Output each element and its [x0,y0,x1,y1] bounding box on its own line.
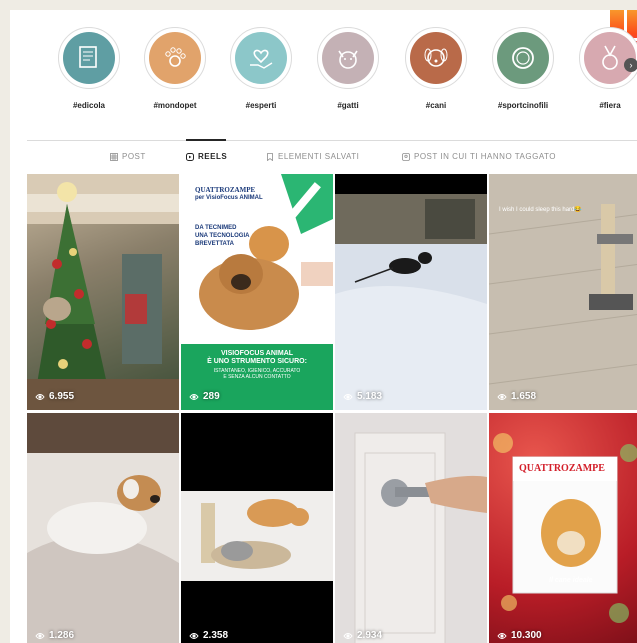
reels-icon [186,152,194,161]
highlight-ring [317,27,379,89]
ad-headline: DA TECNIMED UNA TECNOLOGIA BREVETTATA [195,225,250,247]
views-counter: 2.358 [189,630,228,641]
tab-tagged-label: POST IN CUI TI HANNO TAGGATO [414,152,557,161]
play-icon [35,632,45,639]
medal-icon [602,45,618,70]
reel-caption: I wish I could sleep this hard😂 [499,207,582,213]
highlight-ring [144,27,206,89]
reel-tile[interactable]: 2.934 [335,413,487,643]
ad-title: VISIOFOCUS ANIMAL È UNO STRUMENTO SICURO… [207,350,307,365]
play-icon [35,393,45,400]
bookmark-icon [267,152,273,161]
views-count: 10.300 [511,630,542,641]
views-counter: 2.934 [343,630,382,641]
ad-brand-block: QUATTROZAMPE per VisioFocus ANIMAL [195,186,263,202]
tabs-divider [27,140,637,141]
highlight-cover [322,32,374,84]
highlight-ring [492,27,554,89]
tab-post[interactable]: POST [110,152,146,161]
reel-tile[interactable]: QUATTROZAMPE Il cane ideale 10.300 [489,413,637,643]
views-count: 6.955 [49,391,75,402]
play-icon [497,393,507,400]
views-counter: 289 [189,391,220,402]
highlight-ring [58,27,120,89]
highlight-cover [63,32,115,84]
highlight-ring [230,27,292,89]
christmas-tree-image [27,174,179,410]
highlight-label: #esperti [245,101,277,110]
tab-post-label: POST [122,152,146,161]
tag-icon [402,152,410,161]
tab-tagged[interactable]: POST IN CUI TI HANNO TAGGATO [402,152,556,161]
reel-tile[interactable]: 1.286 [27,413,179,643]
magazine-cover-image [493,433,637,623]
newspaper-icon [79,46,97,68]
grid-icon [110,152,118,161]
tab-saved[interactable]: ELEMENTI SALVATI [266,152,359,161]
highlight-esperti[interactable]: #esperti [218,24,304,110]
reel-tile[interactable]: QUATTROZAMPE per VisioFocus ANIMAL DA TE… [181,174,333,410]
highlight-edicola[interactable]: #edicola [46,24,132,110]
hand-heart-icon [250,49,273,69]
tab-reels[interactable]: REELS [186,152,227,161]
highlight-cover [235,32,287,84]
tab-saved-label: ELEMENTI SALVATI [278,152,360,161]
dog-on-bed-image [27,413,179,643]
highlight-label: #cani [425,101,447,110]
cat-icon [338,50,358,69]
ad-subtitle: per VisioFocus ANIMAL [195,195,263,201]
reel-tile[interactable]: 6.955 [27,174,179,410]
views-counter: 6.955 [35,391,74,402]
play-icon [497,632,507,639]
highlight-sportcinofili[interactable]: #sportcinofili [480,24,566,110]
views-counter: 1.286 [35,630,74,641]
views-count: 2.358 [203,630,229,641]
highlight-label: #mondopet [153,101,197,110]
highlight-cover [497,32,549,84]
magazine-cover-text: Il cane ideale [549,577,593,584]
chevron-right-icon[interactable]: › [624,58,637,72]
play-icon [343,393,353,400]
play-icon [189,393,199,400]
ad-caption: ISTANTANEO, IGIENICO, ACCURATO E SENZA A… [213,368,301,380]
highlight-cani[interactable]: #cani [393,24,479,110]
play-icon [189,632,199,639]
play-icon [343,632,353,639]
reel-tile[interactable]: 2.358 [181,413,333,643]
highlight-cover [410,32,462,84]
dog-in-snow-image [335,194,487,410]
highlight-label: #sportcinofili [497,101,549,110]
views-counter: 5.183 [343,391,382,402]
views-count: 2.934 [357,630,383,641]
tab-reels-label: REELS [198,152,228,161]
views-count: 1.286 [49,630,75,641]
active-tab-indicator [186,139,226,141]
highlight-mondopet[interactable]: #mondopet [132,24,218,110]
profile-page: #edicola #mondopet #esperti #gatti #cani #spo… [10,10,637,643]
highlight-label: #gatti [337,101,359,110]
cats-bed-tree-image [181,491,333,581]
magazine-brand: QUATTROZAMPE [519,463,605,474]
views-counter: 10.300 [497,630,542,641]
highlight-label: #edicola [72,101,105,110]
highlight-gatti[interactable]: #gatti [305,24,391,110]
views-count: 1.658 [511,391,537,402]
highlight-ring [405,27,467,89]
paw-icon [165,47,186,67]
views-count: 5.183 [357,391,383,402]
ad-brand: QUATTROZAMPE [195,186,256,194]
ring-icon [512,47,534,69]
door-handle-image [335,413,487,643]
reel-tile[interactable]: 5.183 [335,174,487,410]
highlight-cover [149,32,201,84]
views-count: 289 [203,391,220,402]
dog-icon [424,48,448,67]
views-counter: 1.658 [497,391,536,402]
story-highlights: #edicola #mondopet #esperti #gatti #cani #spo… [10,24,637,124]
reel-tile[interactable]: I wish I could sleep this hard😂 1.658 [489,174,637,410]
highlight-label: #fiera [599,101,621,110]
